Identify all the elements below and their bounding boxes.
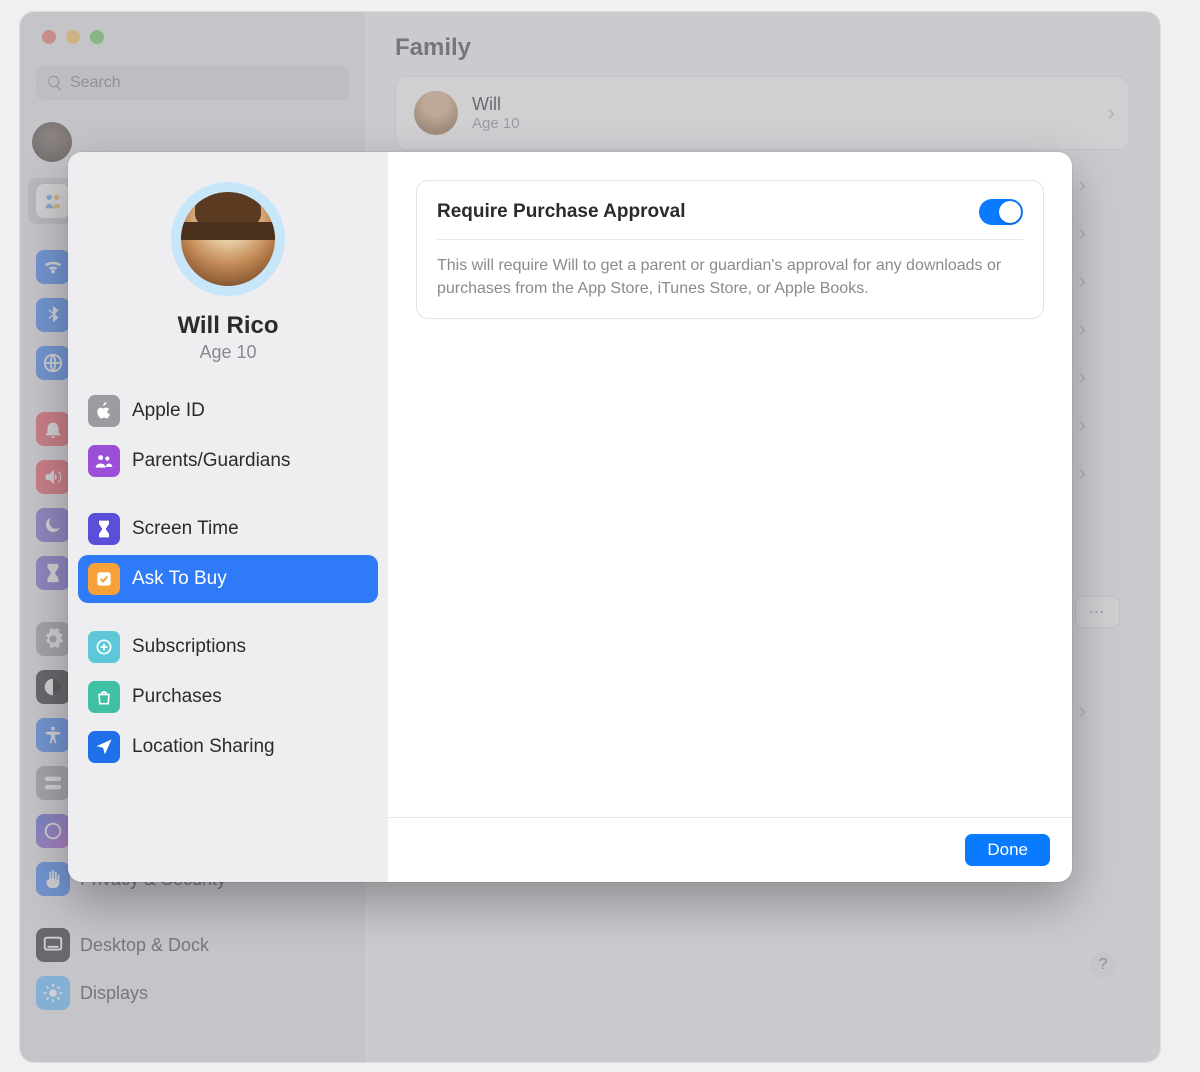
sheet-nav-list: Apple ID Parents/Guardians Screen Time A… [68, 387, 388, 773]
apple-icon [94, 401, 114, 421]
location-icon [94, 737, 114, 757]
plus-circle-icon [94, 637, 114, 657]
sheet-footer: Done [388, 817, 1072, 882]
people-icon [94, 451, 114, 471]
nav-item-purchases[interactable]: Purchases [78, 673, 378, 721]
nav-item-apple-id[interactable]: Apple ID [78, 387, 378, 435]
profile-name: Will Rico [177, 312, 278, 340]
nav-item-subscriptions[interactable]: Subscriptions [78, 623, 378, 671]
setting-title: Require Purchase Approval [437, 201, 685, 223]
done-button[interactable]: Done [965, 834, 1050, 866]
profile-age: Age 10 [199, 342, 256, 363]
require-approval-toggle[interactable] [979, 199, 1023, 225]
nav-item-location[interactable]: Location Sharing [78, 723, 378, 771]
badge-check-icon [94, 569, 114, 589]
nav-label: Subscriptions [132, 636, 246, 658]
nav-item-parents[interactable]: Parents/Guardians [78, 437, 378, 485]
nav-label: Location Sharing [132, 736, 275, 758]
nav-item-screen-time[interactable]: Screen Time [78, 505, 378, 553]
nav-label: Screen Time [132, 518, 239, 540]
sheet-sidebar: Will Rico Age 10 Apple ID Parents/Guardi… [68, 152, 388, 882]
setting-description: This will require Will to get a parent o… [437, 254, 1023, 300]
setting-card: Require Purchase Approval This will requ… [416, 180, 1044, 319]
ask-to-buy-sheet: Will Rico Age 10 Apple ID Parents/Guardi… [68, 152, 1072, 882]
nav-label: Ask To Buy [132, 568, 227, 590]
nav-label: Parents/Guardians [132, 450, 290, 472]
sheet-main: Require Purchase Approval This will requ… [388, 152, 1072, 882]
divider [437, 239, 1023, 240]
bag-icon [94, 687, 114, 707]
nav-label: Purchases [132, 686, 222, 708]
profile-avatar [171, 182, 285, 296]
nav-item-ask-to-buy[interactable]: Ask To Buy [78, 555, 378, 603]
sheet-body: Require Purchase Approval This will requ… [388, 152, 1072, 817]
hourglass-icon [94, 519, 114, 539]
nav-label: Apple ID [132, 400, 205, 422]
